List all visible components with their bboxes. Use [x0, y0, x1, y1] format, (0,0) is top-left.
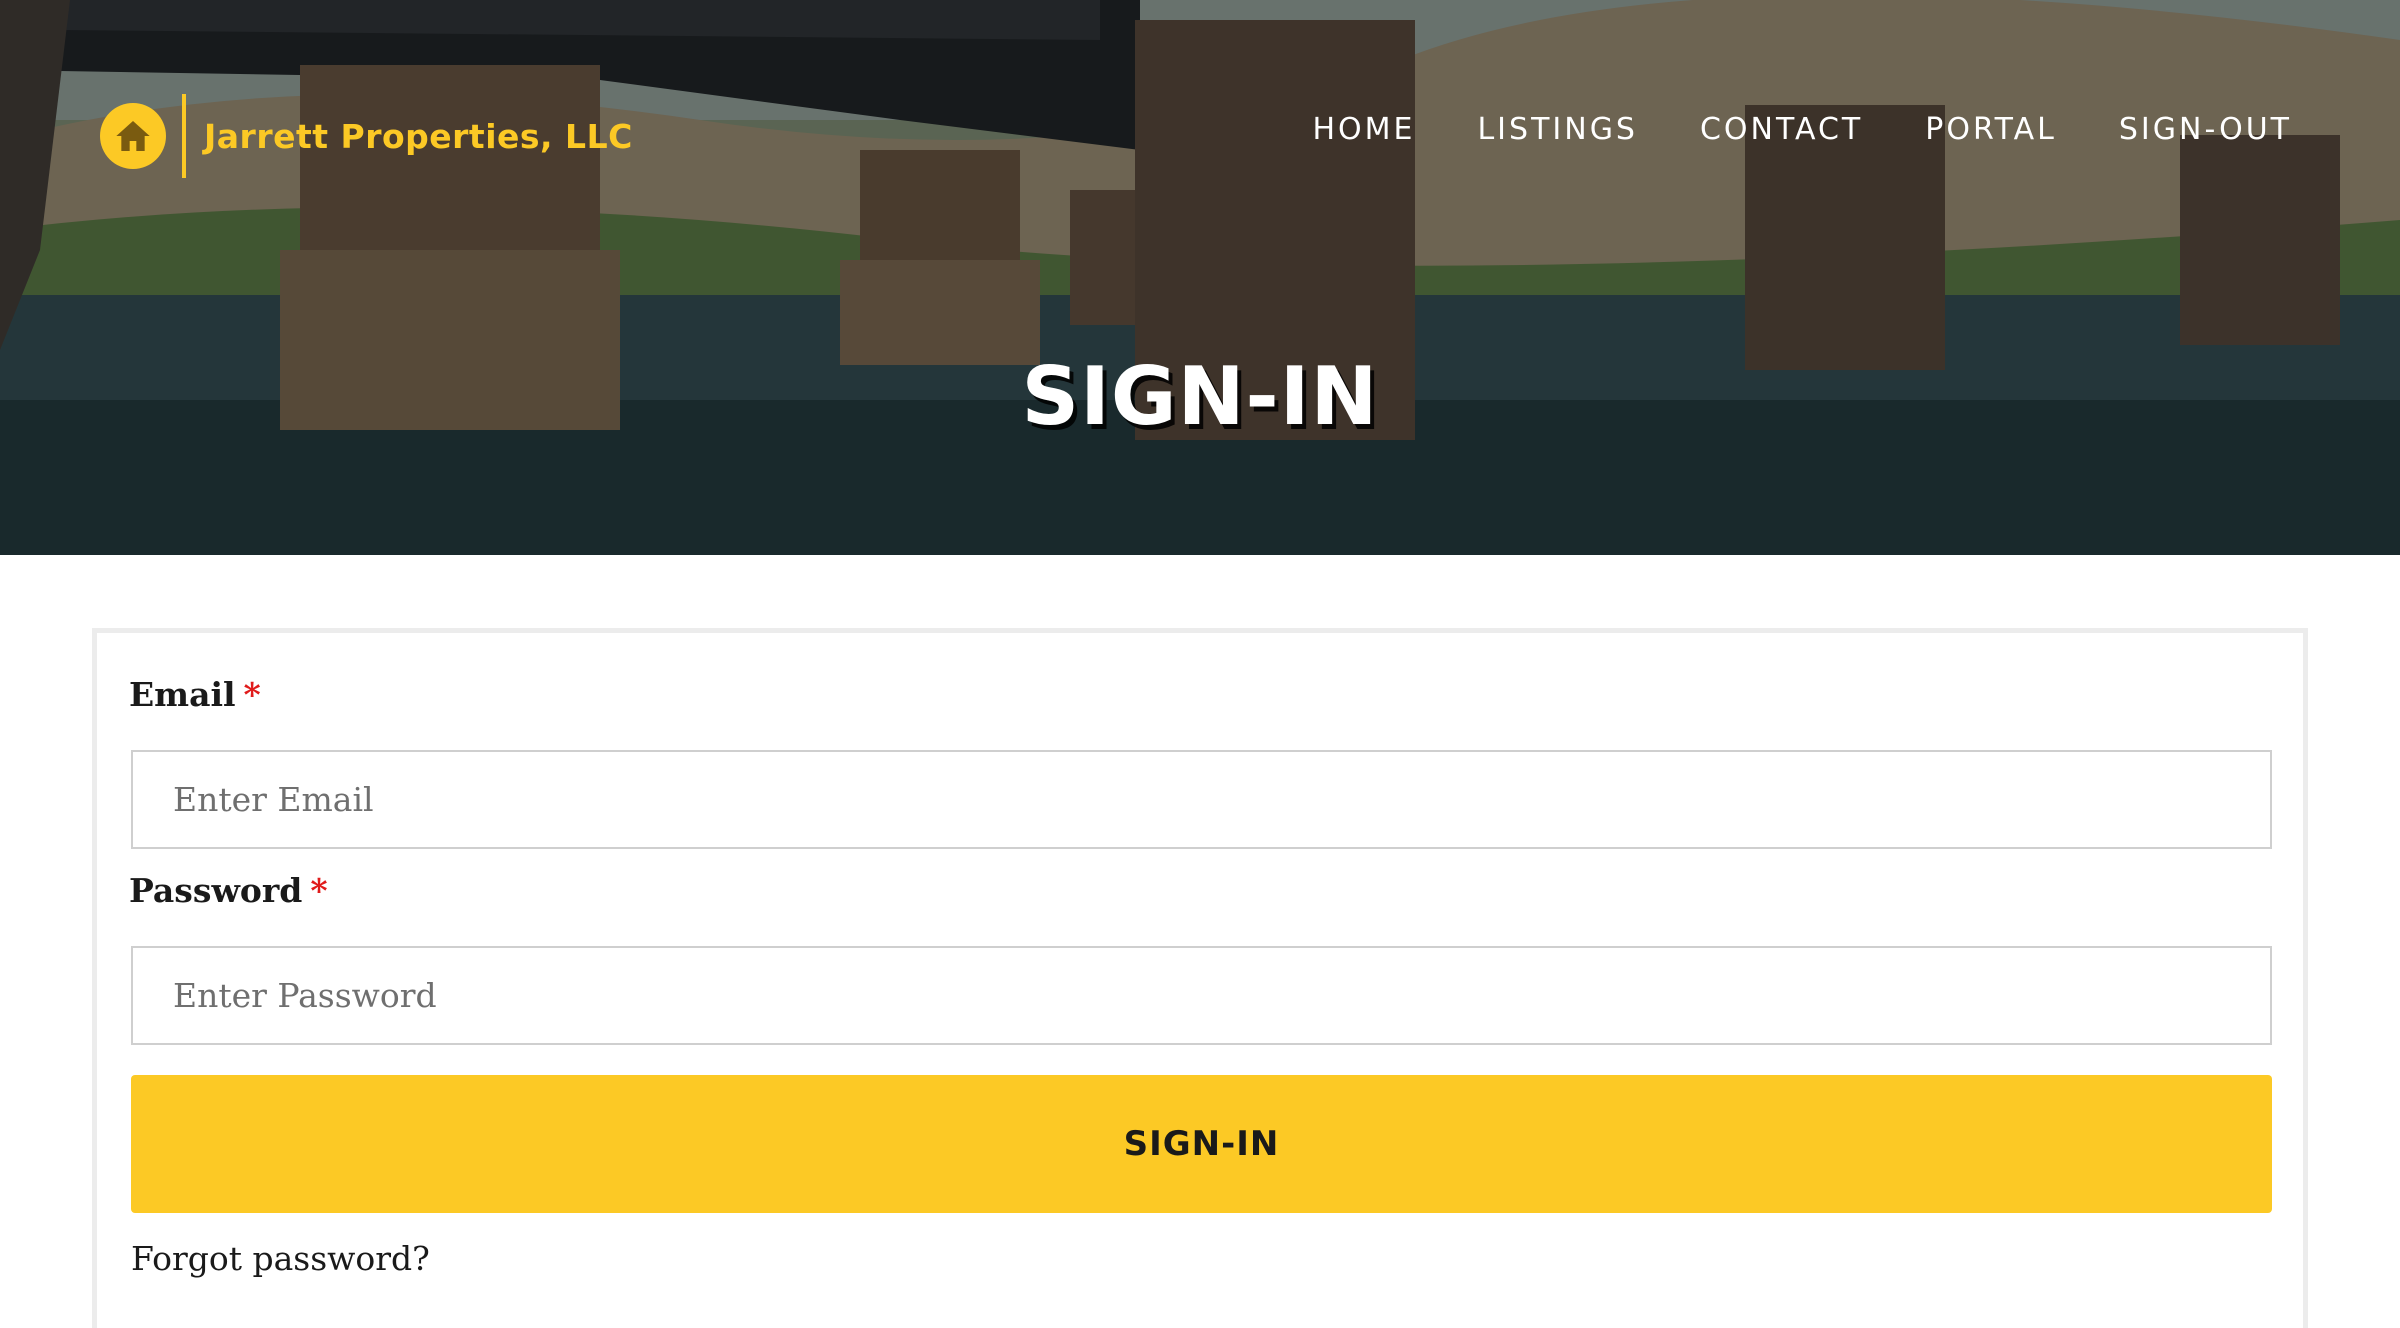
sign-in-button[interactable]: SIGN-IN — [131, 1075, 2272, 1213]
password-field[interactable] — [131, 946, 2272, 1045]
brand-name: Jarrett Properties, LLC — [204, 116, 633, 156]
password-label: Password * — [129, 871, 328, 910]
nav-item-home[interactable]: HOME — [1312, 112, 1415, 147]
sign-in-form: Email* Password* SIGN-IN Forgot password… — [92, 628, 2308, 1328]
page-title: SIGN-IN — [1021, 350, 1379, 443]
password-label-text: Password — [129, 871, 303, 910]
email-label: Email * — [129, 675, 261, 714]
brand[interactable]: Jarrett Properties, LLC — [100, 94, 633, 178]
nav-item-portal[interactable]: PORTAL — [1925, 112, 2057, 147]
required-marker: * — [310, 871, 328, 910]
main-nav: HOME LISTINGS CONTACT PORTAL SIGN-OUT — [1250, 112, 2292, 147]
hero-banner: Jarrett Properties, LLC HOME LISTINGS CO… — [0, 0, 2400, 555]
forgot-password-link[interactable]: Forgot password? — [131, 1239, 430, 1278]
required-marker: * — [243, 675, 261, 714]
hero-overlay — [0, 0, 2400, 555]
nav-item-contact[interactable]: CONTACT — [1700, 112, 1863, 147]
email-label-text: Email — [129, 675, 236, 714]
house-icon — [100, 103, 166, 169]
nav-item-listings[interactable]: LISTINGS — [1477, 112, 1638, 147]
nav-item-sign-out[interactable]: SIGN-OUT — [2119, 112, 2292, 147]
brand-divider — [182, 94, 186, 178]
email-field[interactable] — [131, 750, 2272, 849]
